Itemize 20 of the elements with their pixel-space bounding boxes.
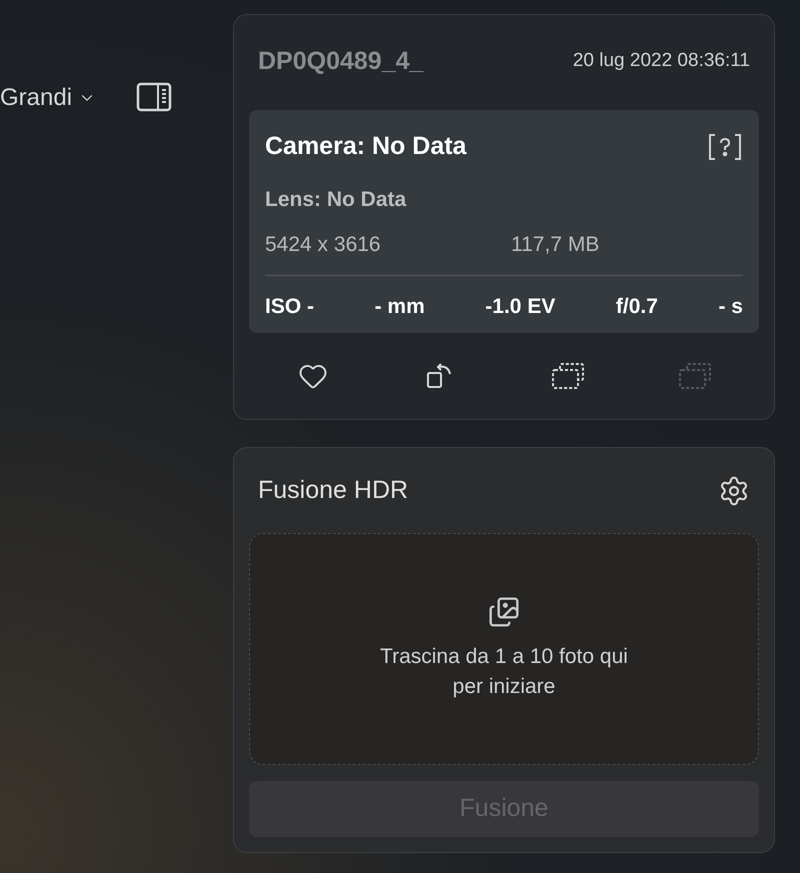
file-name: DP0Q0489_4_	[258, 46, 424, 77]
stack-icon	[550, 360, 586, 392]
exif-value: f/0.7	[616, 294, 658, 320]
camera-label: Camera: No Data	[265, 131, 466, 162]
view-dropdown[interactable]: Grandi	[0, 80, 96, 116]
dimensions: 5424 x 3616	[265, 232, 382, 258]
exif-value: - s	[718, 294, 743, 320]
panel-toggle-icon[interactable]	[136, 82, 172, 112]
drop-zone[interactable]: Trascina da 1 a 10 foto qui per iniziare	[249, 533, 759, 765]
drop-hint: Trascina da 1 a 10 foto qui per iniziare	[379, 644, 629, 700]
help-icon[interactable]	[707, 132, 743, 161]
file-size: 117,7 MB	[511, 232, 600, 258]
hdr-title: Fusione HDR	[258, 474, 408, 506]
stack-icon	[677, 360, 714, 392]
exif-value: - mm	[374, 294, 425, 320]
exif-value: ISO -	[265, 294, 314, 320]
exif-value: -1.0 EV	[485, 294, 556, 320]
date-time: 20 lug 2022 08:36:11	[572, 49, 750, 74]
lens-label: Lens: No Data	[265, 186, 408, 212]
settings-icon[interactable]	[718, 474, 750, 506]
